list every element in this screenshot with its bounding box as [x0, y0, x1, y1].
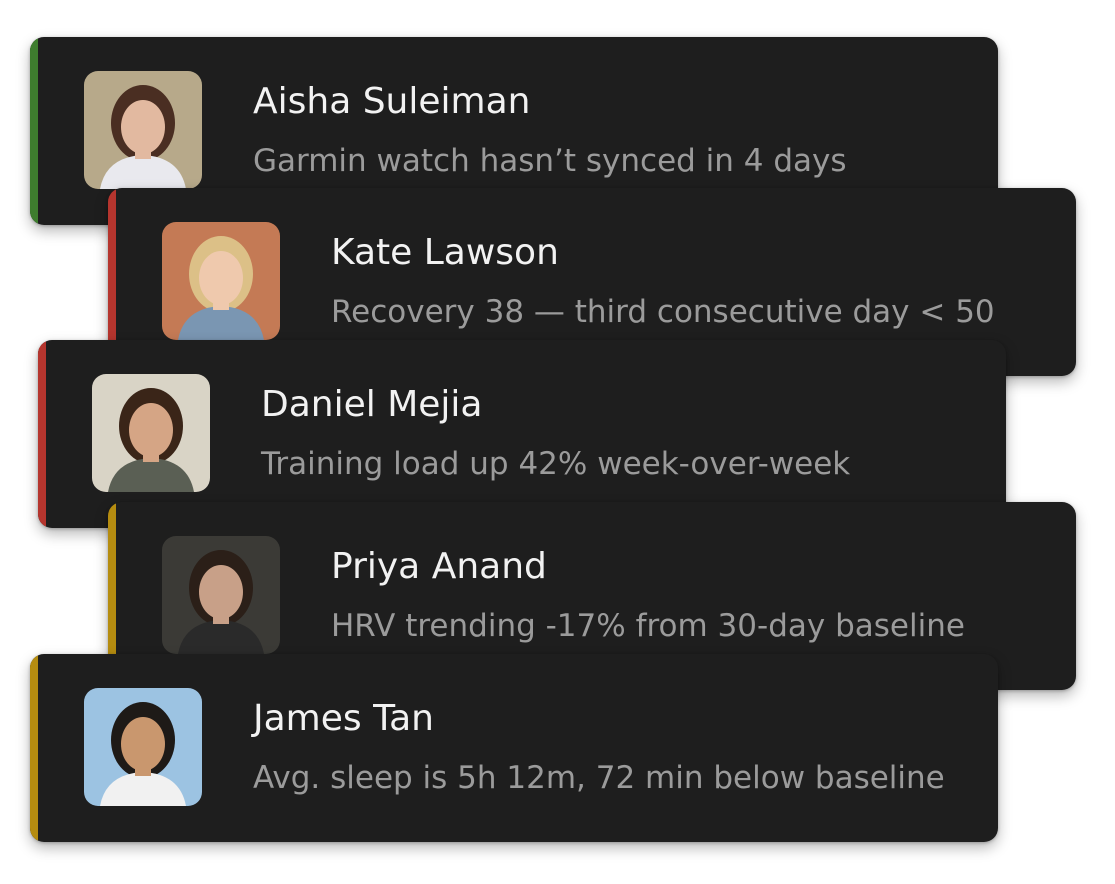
- athlete-name: Aisha Suleiman: [253, 81, 531, 122]
- avatar: [162, 222, 280, 340]
- severity-stripe: [30, 37, 38, 225]
- athlete-name: James Tan: [253, 698, 435, 739]
- athlete-name: Kate Lawson: [331, 232, 559, 273]
- alert-stack: Aisha Suleiman Garmin watch hasn’t synce…: [0, 0, 1115, 884]
- person-photo-icon: [92, 374, 210, 492]
- alert-message: Training load up 42% week-over-week: [261, 446, 851, 482]
- alert-message: Avg. sleep is 5h 12m, 72 min below basel…: [253, 760, 945, 796]
- avatar: [84, 71, 202, 189]
- avatar: [84, 688, 202, 806]
- person-photo-icon: [162, 222, 280, 340]
- avatar: [92, 374, 210, 492]
- alert-message: Recovery 38 — third consecutive day < 50: [331, 294, 995, 330]
- alert-message: HRV trending -17% from 30-day baseline: [331, 608, 965, 644]
- severity-stripe: [38, 340, 46, 528]
- severity-stripe: [30, 654, 38, 842]
- person-photo-icon: [84, 71, 202, 189]
- person-photo-icon: [162, 536, 280, 654]
- athlete-name: Daniel Mejia: [261, 384, 483, 425]
- person-photo-icon: [84, 688, 202, 806]
- alert-card[interactable]: Daniel Mejia Training load up 42% week-o…: [38, 340, 1006, 528]
- alert-message: Garmin watch hasn’t synced in 4 days: [253, 143, 847, 179]
- avatar: [162, 536, 280, 654]
- alert-card[interactable]: James Tan Avg. sleep is 5h 12m, 72 min b…: [30, 654, 998, 842]
- athlete-name: Priya Anand: [331, 546, 547, 587]
